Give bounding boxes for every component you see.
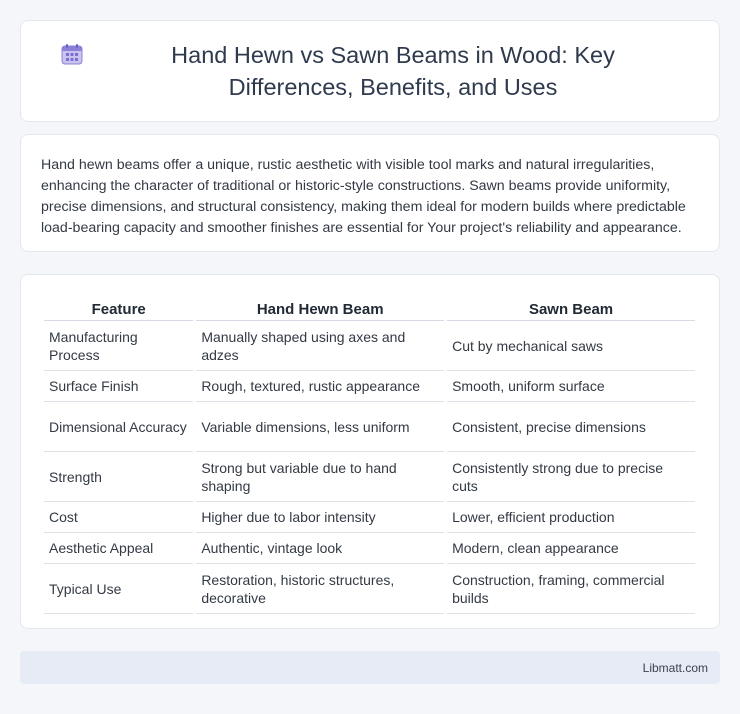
- header-feature: Feature: [44, 295, 194, 321]
- sawn-cell: Smooth, uniform surface: [447, 371, 695, 402]
- table-header-row: Feature Hand Hewn Beam Sawn Beam: [44, 295, 695, 321]
- feature-cell: Manufacturing Process: [44, 321, 194, 371]
- footer-bar: Libmatt.com: [20, 651, 720, 684]
- title-wrap: Hand Hewn vs Sawn Beams in Wood: Key Dif…: [61, 39, 679, 103]
- sawn-cell: Consistent, precise dimensions: [447, 402, 695, 452]
- page-title: Hand Hewn vs Sawn Beams in Wood: Key Dif…: [171, 42, 615, 100]
- feature-cell: Surface Finish: [44, 371, 194, 402]
- hand-hewn-cell: Variable dimensions, less uniform: [196, 402, 445, 452]
- summary-paragraph: Hand hewn beams offer a unique, rustic a…: [41, 157, 686, 236]
- footer-brand[interactable]: Libmatt.com: [643, 661, 708, 675]
- comparison-table: Feature Hand Hewn Beam Sawn Beam Manufac…: [41, 295, 698, 614]
- hand-hewn-cell: Rough, textured, rustic appearance: [196, 371, 445, 402]
- sawn-cell: Consistently strong due to precise cuts: [447, 452, 695, 502]
- feature-cell: Aesthetic Appeal: [44, 533, 194, 564]
- hand-hewn-cell: Higher due to labor intensity: [196, 502, 445, 533]
- table-row: Surface Finish Rough, textured, rustic a…: [44, 371, 695, 402]
- table-row: Typical Use Restoration, historic struct…: [44, 564, 695, 614]
- hand-hewn-cell: Manually shaped using axes and adzes: [196, 321, 445, 371]
- table-row: Manufacturing Process Manually shaped us…: [44, 321, 695, 371]
- sawn-cell: Construction, framing, commercial builds: [447, 564, 695, 614]
- header-hand-hewn: Hand Hewn Beam: [196, 295, 445, 321]
- hand-hewn-cell: Restoration, historic structures, decora…: [196, 564, 445, 614]
- sawn-cell: Lower, efficient production: [447, 502, 695, 533]
- feature-cell: Dimensional Accuracy: [44, 402, 194, 452]
- table-row: Cost Higher due to labor intensity Lower…: [44, 502, 695, 533]
- title-card: Hand Hewn vs Sawn Beams in Wood: Key Dif…: [20, 20, 720, 122]
- table-row: Dimensional Accuracy Variable dimensions…: [44, 402, 695, 452]
- table-row: Strength Strong but variable due to hand…: [44, 452, 695, 502]
- header-sawn: Sawn Beam: [447, 295, 695, 321]
- feature-cell: Strength: [44, 452, 194, 502]
- hand-hewn-cell: Strong but variable due to hand shaping: [196, 452, 445, 502]
- calendar-grid-icon: [61, 44, 83, 65]
- feature-cell: Typical Use: [44, 564, 194, 614]
- table-row: Aesthetic Appeal Authentic, vintage look…: [44, 533, 695, 564]
- summary-card: Hand hewn beams offer a unique, rustic a…: [20, 134, 720, 252]
- comparison-card: Feature Hand Hewn Beam Sawn Beam Manufac…: [20, 274, 720, 629]
- feature-cell: Cost: [44, 502, 194, 533]
- sawn-cell: Modern, clean appearance: [447, 533, 695, 564]
- hand-hewn-cell: Authentic, vintage look: [196, 533, 445, 564]
- sawn-cell: Cut by mechanical saws: [447, 321, 695, 371]
